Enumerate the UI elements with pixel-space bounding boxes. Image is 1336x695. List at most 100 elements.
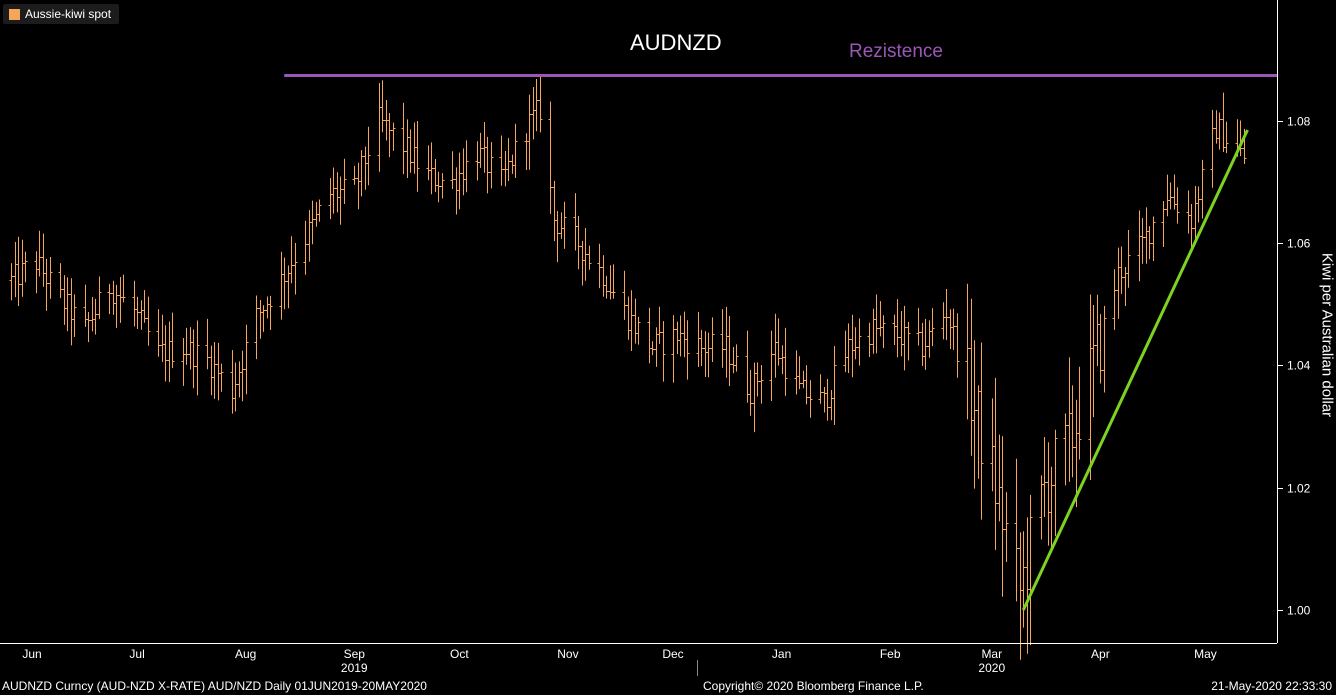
ohlc-bar <box>1140 218 1145 264</box>
chart-legend: Aussie-kiwi spot <box>3 4 120 24</box>
ohlc-bar <box>282 257 287 310</box>
ohlc-bar <box>1147 226 1152 260</box>
ohlc-bar <box>1025 517 1030 654</box>
ohlc-bar <box>878 301 883 337</box>
ohlc-bar <box>181 338 186 386</box>
ohlc-bar <box>990 398 995 492</box>
ohlc-bar <box>1088 294 1093 480</box>
ohlc-bar <box>850 314 855 378</box>
ohlc-bar <box>286 265 291 309</box>
ohlc-bar <box>461 148 466 196</box>
ohlc-bar <box>804 365 809 405</box>
ohlc-bar <box>188 327 193 370</box>
ohlc-bar <box>1116 247 1121 319</box>
ohlc-bar <box>23 251 28 283</box>
ohlc-bar <box>139 300 144 330</box>
ohlc-bar <box>391 122 396 151</box>
ohlc-bar <box>822 387 827 413</box>
ohlc-bar <box>408 129 413 173</box>
ohlc-bar <box>412 122 417 174</box>
ohlc-bar <box>965 283 970 420</box>
ohlc-bar <box>808 380 813 418</box>
ohlc-bar <box>1123 267 1128 307</box>
ohlc-bar <box>338 176 343 225</box>
ohlc-bar <box>20 239 25 297</box>
footer-timestamp: 21-May-2020 22:33:30 <box>1211 679 1332 693</box>
ohlc-bar <box>1063 413 1068 486</box>
ohlc-bar <box>429 142 434 195</box>
ohlc-bar <box>699 329 704 367</box>
ohlc-bar <box>748 370 753 416</box>
ohlc-bar <box>303 220 308 275</box>
ohlc-bar <box>993 377 998 550</box>
ohlc-bar <box>657 306 662 344</box>
ohlc-bar <box>1221 92 1226 152</box>
ohlc-bar <box>1028 494 1033 646</box>
ohlc-bar <box>1186 190 1191 234</box>
ohlc-bar <box>415 121 420 192</box>
ohlc-bar <box>769 330 774 402</box>
ohlc-bar <box>440 173 445 199</box>
ohlc-bar <box>1175 187 1180 224</box>
ohlc-bar <box>783 327 788 396</box>
ohlc-bar <box>310 200 315 245</box>
ohlc-bar <box>745 330 750 403</box>
ohlc-bar <box>1018 532 1023 660</box>
ohlc-bar <box>562 201 567 249</box>
ohlc-bar <box>1091 304 1096 418</box>
ohlc-bar <box>352 165 357 185</box>
ohlc-bar <box>724 306 729 378</box>
ohlc-bar <box>892 314 897 346</box>
ohlc-bar <box>121 274 126 303</box>
ohlc-bar <box>387 113 392 158</box>
ohlc-bar <box>1042 437 1047 518</box>
ohlc-bar <box>675 321 680 355</box>
ohlc-bar <box>829 389 834 421</box>
ohlc-bar <box>170 312 175 369</box>
x-tick-label: Nov <box>557 647 578 661</box>
x-tick-label: Dec <box>662 647 683 661</box>
ohlc-bar <box>237 361 242 398</box>
ohlc-bar <box>534 78 539 132</box>
ohlc-bar <box>191 329 196 389</box>
ohlc-bar <box>853 327 858 360</box>
y-tick-label: 1.08 <box>1287 115 1311 129</box>
ohlc-bar <box>363 146 368 190</box>
ohlc-bar <box>433 158 438 193</box>
ohlc-bar <box>254 295 259 360</box>
ohlc-bar <box>559 212 564 239</box>
ohlc-bar <box>573 193 578 251</box>
ohlc-bar <box>1161 200 1166 248</box>
ohlc-bar <box>230 350 235 414</box>
ohlc-bar <box>647 307 652 364</box>
ohlc-bar <box>951 308 956 350</box>
ohlc-bars <box>9 75 1247 660</box>
ohlc-bar <box>881 315 886 349</box>
ohlc-bar <box>62 275 67 325</box>
ohlc-bar <box>604 275 609 299</box>
trend-line <box>1021 129 1249 611</box>
ohlc-bar <box>401 102 406 175</box>
ohlc-bar <box>1126 230 1131 288</box>
ohlc-bar <box>44 258 49 311</box>
ohlc-bar <box>485 136 490 194</box>
ohlc-bar <box>524 133 529 171</box>
ohlc-bar <box>1193 186 1198 241</box>
ohlc-bar <box>1067 357 1072 482</box>
ohlc-bar <box>464 140 469 193</box>
legend-swatch <box>9 8 20 20</box>
ohlc-bar <box>1053 429 1058 537</box>
ohlc-bar <box>478 132 483 168</box>
ohlc-bar <box>58 263 63 299</box>
x-tick-label: May <box>1194 647 1217 661</box>
ohlc-bar <box>34 251 39 294</box>
ohlc-bar <box>538 75 543 133</box>
ohlc-bar <box>944 289 949 341</box>
ohlc-bar <box>97 276 102 320</box>
ohlc-bar <box>843 330 848 373</box>
ohlc-bar <box>601 255 606 297</box>
ohlc-bar <box>755 362 760 397</box>
year-label: 2019 <box>341 661 368 675</box>
ohlc-bar <box>818 374 823 404</box>
ohlc-bar <box>857 318 862 366</box>
